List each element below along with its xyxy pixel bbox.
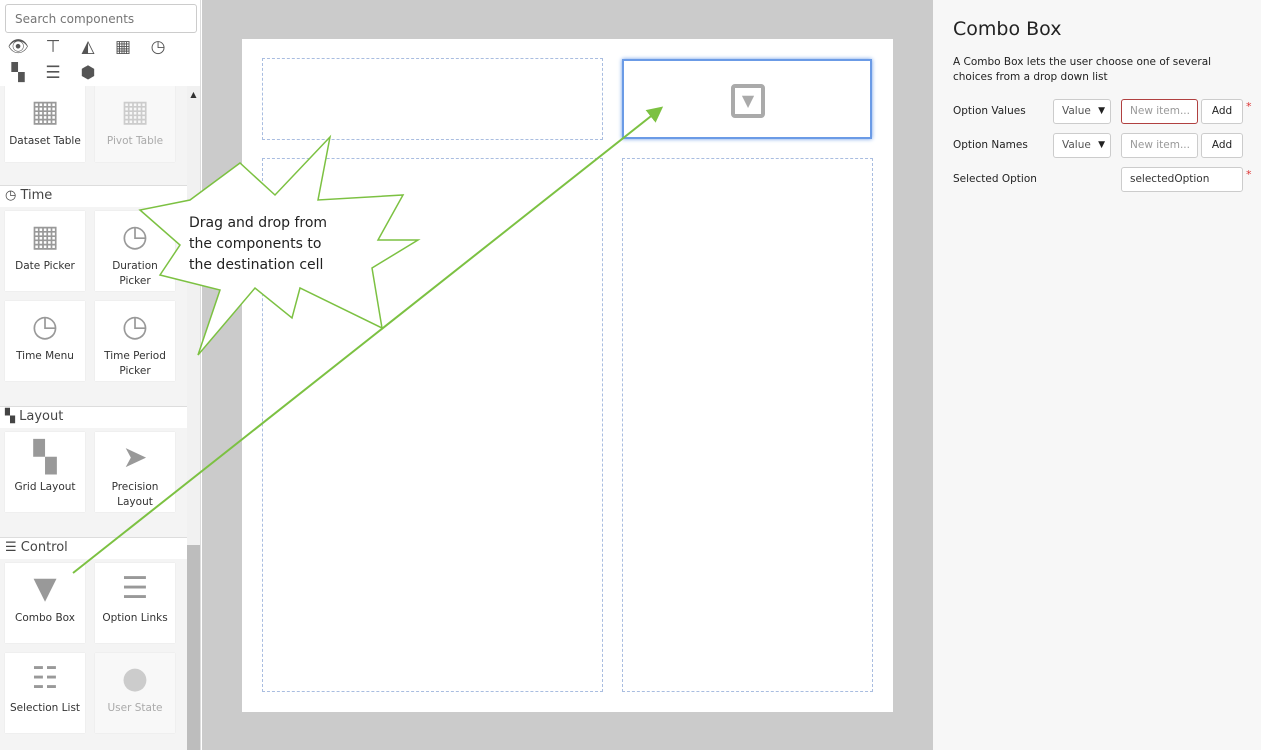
selected-option-label: Selected Option <box>953 173 1037 185</box>
callout-line: the components to <box>189 236 322 252</box>
option-values-new-item-input[interactable]: New item... <box>1121 99 1198 124</box>
required-marker: * <box>1246 100 1252 113</box>
required-marker: * <box>1246 168 1252 181</box>
panel-title: Combo Box <box>953 18 1062 40</box>
option-names-label: Option Names <box>953 139 1028 151</box>
option-values-label: Option Values <box>953 105 1026 117</box>
drag-arrow <box>72 106 664 574</box>
panel-description: A Combo Box lets the user choose one of … <box>953 56 1212 83</box>
option-names-new-item-input[interactable]: New item... <box>1121 133 1198 158</box>
callout-text: Drag and drop from the components to the… <box>189 213 327 276</box>
option-names-add-button[interactable]: Add <box>1201 133 1243 158</box>
callout-line: Drag and drop from <box>189 215 328 231</box>
option-values-add-button[interactable]: Add <box>1201 99 1243 124</box>
properties-panel: Combo Box A Combo Box lets the user choo… <box>933 0 1261 750</box>
option-values-type-select[interactable]: Value ▼ <box>1053 99 1111 124</box>
caret-down-icon: ▼ <box>1098 140 1105 150</box>
select-value: Value <box>1062 105 1091 117</box>
option-names-type-select[interactable]: Value ▼ <box>1053 133 1111 158</box>
caret-down-icon: ▼ <box>1098 106 1105 116</box>
callout-line: the destination cell <box>189 257 324 273</box>
select-value: Value <box>1062 139 1091 151</box>
selected-option-input[interactable]: selectedOption <box>1121 167 1243 192</box>
